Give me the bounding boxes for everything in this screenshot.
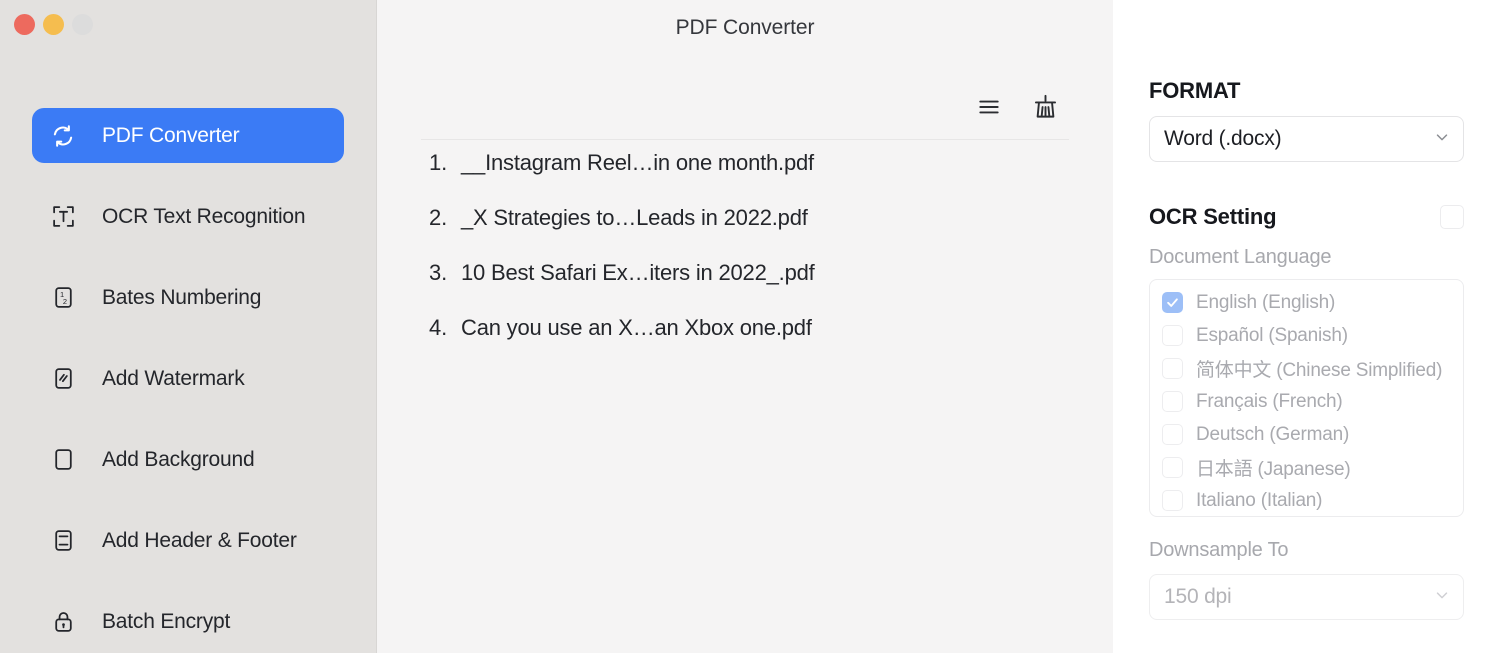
file-index: 2. [429,205,447,230]
sidebar-item-pdf-converter[interactable]: PDF Converter [32,108,344,163]
sidebar-item-label: Bates Numbering [102,285,262,309]
chevron-down-icon [1433,586,1451,609]
sidebar-item-add-header-footer[interactable]: Add Header & Footer [32,513,344,568]
hamburger-list-icon [976,94,1002,123]
language-list-item[interactable]: Français (French) [1150,385,1463,418]
settings-panel: FORMAT Word (.docx) OCR Setting Document… [1113,0,1500,653]
header-footer-icon [48,526,78,556]
window-titlebar: PDF Converter [377,0,1113,56]
maximize-window-button[interactable] [72,14,93,35]
file-list-item[interactable]: 4. Can you use an X…an Xbox one.pdf [421,315,1069,370]
language-checkbox[interactable] [1162,391,1183,412]
sidebar-item-label: PDF Converter [102,123,240,147]
downsample-label: Downsample To [1149,539,1289,561]
file-list-item[interactable]: 2. _X Strategies to…Leads in 2022.pdf [421,205,1069,260]
language-checkbox[interactable] [1162,358,1183,379]
language-list-item[interactable]: 简体中文 (Chinese Simplified) [1150,352,1463,385]
bates-numbering-icon: 1 2 [48,283,78,313]
language-checkbox[interactable] [1162,457,1183,478]
broom-icon [1032,93,1059,123]
file-list-item[interactable]: 1. __Instagram Reel…in one month.pdf [421,150,1069,205]
sidebar: PDF Converter OCR Text Recognition 1 2 B… [0,0,377,653]
lock-icon [48,607,78,637]
sidebar-item-label: Batch Encrypt [102,609,231,633]
convert-arrows-icon [48,121,78,151]
format-select-value: Word (.docx) [1164,127,1282,150]
clear-list-button[interactable] [1029,92,1061,124]
sidebar-item-add-watermark[interactable]: Add Watermark [32,351,344,406]
language-list-item[interactable]: English (English) [1150,286,1463,319]
downsample-select-value: 150 dpi [1164,585,1232,608]
ocr-setting-header: OCR Setting [1149,204,1464,230]
format-select[interactable]: Word (.docx) [1149,116,1464,162]
file-list-item[interactable]: 3. 10 Best Safari Ex…iters in 2022_.pdf [421,260,1069,315]
language-label: Español (Spanish) [1196,324,1348,346]
file-index: 1. [429,150,447,175]
format-section-title: FORMAT [1149,78,1241,103]
toolbar-divider [421,139,1069,140]
sidebar-item-label: Add Background [102,447,255,471]
ocr-scan-icon [48,202,78,232]
language-list-item[interactable]: 日本語 (Japanese) [1150,451,1463,484]
sidebar-item-bates-numbering[interactable]: 1 2 Bates Numbering [32,270,344,325]
file-list: 1. __Instagram Reel…in one month.pdf 2. … [421,150,1069,370]
language-list-item[interactable]: Español (Spanish) [1150,319,1463,352]
language-label: 简体中文 (Chinese Simplified) [1196,360,1443,381]
language-label: English (English) [1196,291,1336,313]
ocr-enable-checkbox[interactable] [1440,205,1464,229]
language-label: Deutsch (German) [1196,423,1350,445]
language-checkbox[interactable] [1162,325,1183,346]
minimize-window-button[interactable] [43,14,64,35]
background-icon [48,445,78,475]
document-language-list[interactable]: English (English) Español (Spanish) 简体中文… [1149,279,1464,517]
file-name: __Instagram Reel…in one month.pdf [461,150,814,175]
close-window-button[interactable] [14,14,35,35]
sidebar-item-add-background[interactable]: Add Background [32,432,344,487]
file-name: _X Strategies to…Leads in 2022.pdf [461,205,808,230]
language-label: Français (French) [1196,390,1343,412]
language-label: 日本語 (Japanese) [1196,459,1351,480]
file-index: 4. [429,315,447,340]
app-window: PDF Converter OCR Text Recognition 1 2 B… [0,0,1500,653]
language-list-item[interactable]: Deutsch (German) [1150,418,1463,451]
main-content: PDF Converter 1. __Instagram Reel…in one… [377,0,1113,653]
language-list-item[interactable]: Italiano (Italian) [1150,484,1463,516]
language-checkbox[interactable] [1162,490,1183,511]
sidebar-item-label: Add Watermark [102,366,245,390]
page-title: PDF Converter [675,16,815,39]
sidebar-item-label: Add Header & Footer [102,528,297,552]
svg-text:2: 2 [62,297,66,306]
language-checkbox[interactable] [1162,292,1183,313]
language-label: Italiano (Italian) [1196,489,1323,511]
file-list-toolbar [973,92,1061,124]
traffic-lights [14,14,93,35]
language-checkbox[interactable] [1162,424,1183,445]
file-name: Can you use an X…an Xbox one.pdf [461,315,812,340]
sidebar-item-ocr-text-recognition[interactable]: OCR Text Recognition [32,189,344,244]
list-view-button[interactable] [973,92,1005,124]
chevron-down-icon [1433,128,1451,151]
ocr-section-title: OCR Setting [1149,204,1277,229]
file-index: 3. [429,260,447,285]
downsample-select[interactable]: 150 dpi [1149,574,1464,620]
sidebar-item-batch-encrypt[interactable]: Batch Encrypt [32,594,344,649]
watermark-icon [48,364,78,394]
document-language-label: Document Language [1149,246,1332,268]
sidebar-nav: PDF Converter OCR Text Recognition 1 2 B… [0,108,376,653]
sidebar-item-label: OCR Text Recognition [102,204,306,228]
file-name: 10 Best Safari Ex…iters in 2022_.pdf [461,260,815,285]
